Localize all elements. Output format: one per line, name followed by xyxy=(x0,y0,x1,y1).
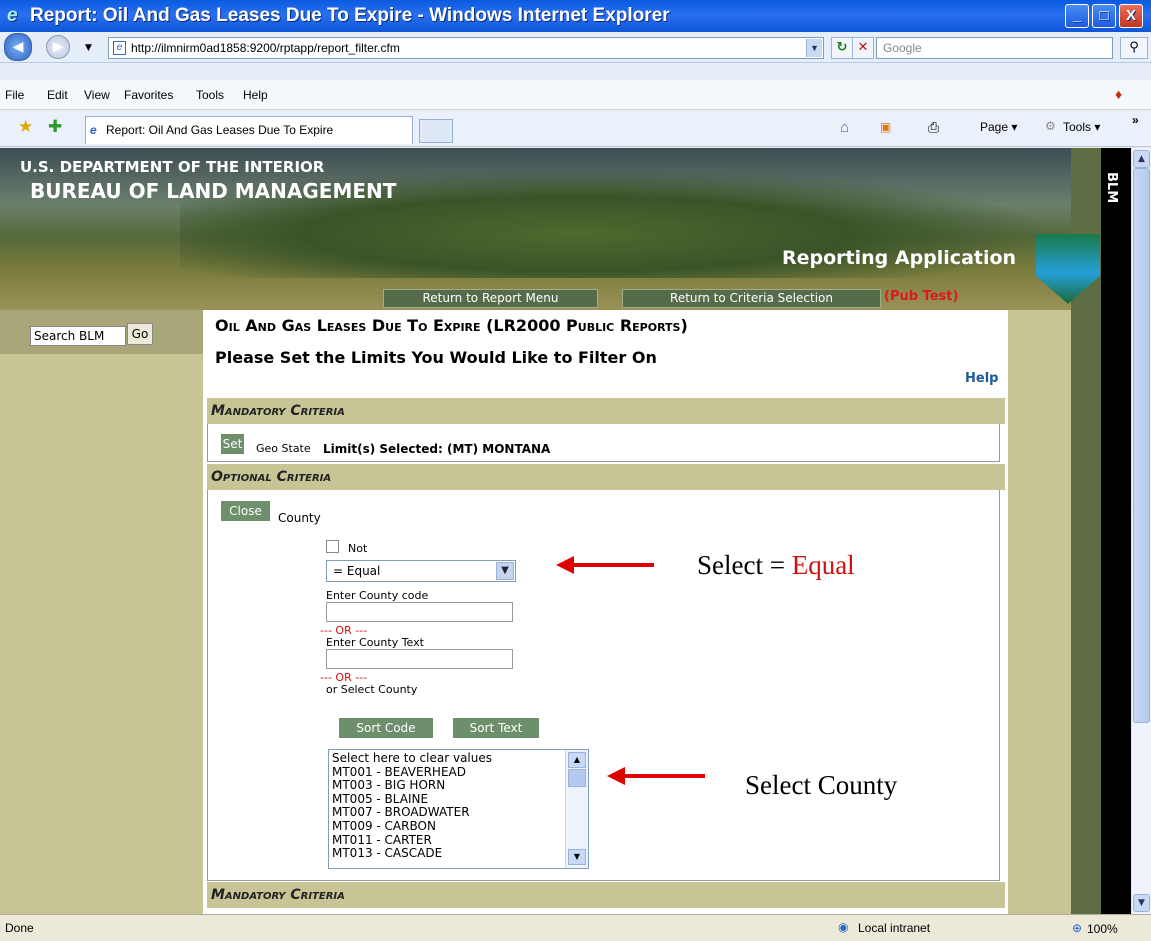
status-bar: Done ◉ Local intranet ⊕ 100% xyxy=(0,914,1151,941)
red-arrow-line xyxy=(570,563,654,567)
menu-help[interactable]: Help xyxy=(243,88,268,102)
search-icon[interactable]: ⚲ xyxy=(1120,37,1148,59)
tab-report[interactable]: e Report: Oil And Gas Leases Due To Expi… xyxy=(85,116,413,144)
scroll-up-icon[interactable]: ▲ xyxy=(1133,150,1150,168)
zoom-icon: ⊕ xyxy=(1072,921,1083,935)
chevron-up-icon[interactable]: ▲ xyxy=(568,752,586,768)
browser-window: e Report: Oil And Gas Leases Due To Expi… xyxy=(0,0,1151,941)
minimize-button[interactable]: _ xyxy=(1065,4,1089,28)
sort-text-button[interactable]: Sort Text xyxy=(452,717,540,739)
list-item[interactable]: MT005 - BLAINE xyxy=(332,792,588,807)
stop-icon[interactable]: ✕ xyxy=(852,37,874,59)
right-column xyxy=(1008,310,1071,914)
list-item[interactable]: Select here to clear values xyxy=(332,751,588,766)
add-favorite-icon[interactable]: ✚ xyxy=(48,117,62,137)
forward-icon[interactable]: ▶ xyxy=(46,35,70,59)
tab-label: Report: Oil And Gas Leases Due To Expire xyxy=(106,123,334,137)
list-item[interactable]: MT003 - BIG HORN xyxy=(332,779,588,793)
zone-label: Local intranet xyxy=(858,921,931,935)
tools-menu[interactable]: Tools ▾ xyxy=(1063,120,1100,134)
red-arrow-line-2 xyxy=(621,774,705,778)
address-bar: ◀ ▶ ▼ e http://ilmnirm0ad1858:9200/rptap… xyxy=(0,32,1151,63)
status-text: Done xyxy=(5,921,34,935)
close-button[interactable]: X xyxy=(1119,4,1143,28)
url-dropdown-icon[interactable]: ▼ xyxy=(806,39,822,57)
home-icon[interactable]: ⌂ xyxy=(840,119,849,136)
translate-icon[interactable]: ♦ xyxy=(1115,86,1122,102)
not-label: Not xyxy=(348,542,368,555)
menu-bar: File Edit View Favorites Tools Help ♦ xyxy=(0,80,1151,110)
mandatory-criteria-header-2: Mandatory Criteria xyxy=(207,882,1005,908)
chevron-down-icon[interactable]: ▼ xyxy=(568,849,586,865)
ie-logo-icon: e xyxy=(7,5,18,26)
maximize-button[interactable]: □ xyxy=(1092,4,1116,28)
county-listbox[interactable]: Select here to clear values MT001 - BEAV… xyxy=(328,749,589,869)
search-blm-input[interactable]: Search BLM xyxy=(30,326,126,346)
new-tab-button[interactable] xyxy=(419,119,453,143)
filter-subheading: Please Set the Limits You Would Like to … xyxy=(215,348,657,367)
list-item[interactable]: MT001 - BEAVERHEAD xyxy=(332,765,588,780)
select-county-note: Select County xyxy=(745,770,898,800)
zoom-level[interactable]: 100% xyxy=(1087,922,1118,936)
menu-favorites[interactable]: Favorites xyxy=(124,88,173,102)
menu-file[interactable]: File xyxy=(5,88,24,102)
chevron-down-icon: ▼ xyxy=(496,562,514,580)
not-checkbox[interactable] xyxy=(326,540,339,553)
geo-state-selected: Limit(s) Selected: (MT) MONTANA xyxy=(323,442,551,456)
operator-value: = Equal xyxy=(333,564,381,578)
set-button[interactable]: Set xyxy=(220,433,245,455)
menu-view[interactable]: View xyxy=(84,88,110,102)
select-county-label: or Select County xyxy=(326,683,418,696)
list-item[interactable]: MT009 - CARBON xyxy=(332,819,588,834)
menu-tools[interactable]: Tools xyxy=(196,88,224,102)
county-text-input[interactable] xyxy=(326,649,513,669)
feeds-icon[interactable]: ▣ xyxy=(880,120,891,134)
report-heading: Oil And Gas Leases Due To Expire (LR2000… xyxy=(215,316,688,335)
refresh-icon[interactable]: ↻ xyxy=(831,37,853,59)
page-menu[interactable]: Page ▾ xyxy=(980,120,1017,134)
tab-ie-icon: e xyxy=(90,123,97,137)
back-icon[interactable]: ◀ xyxy=(4,33,32,61)
url-input[interactable]: e http://ilmnirm0ad1858:9200/rptapp/repo… xyxy=(108,37,824,59)
list-item[interactable]: MT011 - CARTER xyxy=(332,833,588,848)
operator-select[interactable]: = Equal ▼ xyxy=(326,560,516,582)
search-input[interactable]: Google xyxy=(876,37,1113,59)
chevron-more-icon[interactable]: » xyxy=(1132,113,1139,127)
sort-code-button[interactable]: Sort Code xyxy=(338,717,434,739)
globe-icon: ◉ xyxy=(838,920,849,934)
listbox-scrollbar[interactable]: ▲ ▼ xyxy=(565,750,588,868)
print-icon[interactable]: ⎙ xyxy=(928,119,939,136)
county-code-input[interactable] xyxy=(326,602,513,622)
history-dropdown-icon[interactable]: ▼ xyxy=(85,43,92,53)
select-equal-note: Select = Equal xyxy=(697,550,855,580)
left-sidebar xyxy=(0,310,203,914)
favorites-bar: ★ ✚ e Report: Oil And Gas Leases Due To … xyxy=(0,111,1151,147)
help-link[interactable]: Help xyxy=(965,371,998,386)
county-text-label: Enter County Text xyxy=(326,636,424,649)
page-body: Search BLM Go Oil And Gas Leases Due To … xyxy=(0,148,1131,914)
county-code-label: Enter County code xyxy=(326,589,429,602)
listbox-scroll-thumb[interactable] xyxy=(568,769,586,787)
window-title: Report: Oil And Gas Leases Due To Expire… xyxy=(30,5,670,26)
optional-criteria-header: Optional Criteria xyxy=(207,464,1005,490)
list-item[interactable]: MT013 - CASCADE xyxy=(332,847,588,861)
url-text: http://ilmnirm0ad1858:9200/rptapp/report… xyxy=(131,41,400,55)
mandatory-criteria-header: Mandatory Criteria xyxy=(207,398,1005,424)
page-icon: e xyxy=(113,41,126,55)
go-button[interactable]: Go xyxy=(127,323,153,345)
close-county-button[interactable]: Close xyxy=(220,500,271,522)
county-label: County xyxy=(278,511,321,525)
list-item[interactable]: MT007 - BROADWATER xyxy=(332,806,588,820)
toolbar-spacer xyxy=(0,63,1151,80)
page-scroll-thumb[interactable] xyxy=(1133,168,1150,723)
scroll-down-icon[interactable]: ▼ xyxy=(1133,894,1150,912)
title-bar: e Report: Oil And Gas Leases Due To Expi… xyxy=(0,0,1151,32)
gear-icon: ⚙ xyxy=(1045,119,1056,133)
menu-edit[interactable]: Edit xyxy=(47,88,68,102)
favorites-star-icon[interactable]: ★ xyxy=(18,117,33,137)
geo-state-label: Geo State xyxy=(256,442,311,455)
